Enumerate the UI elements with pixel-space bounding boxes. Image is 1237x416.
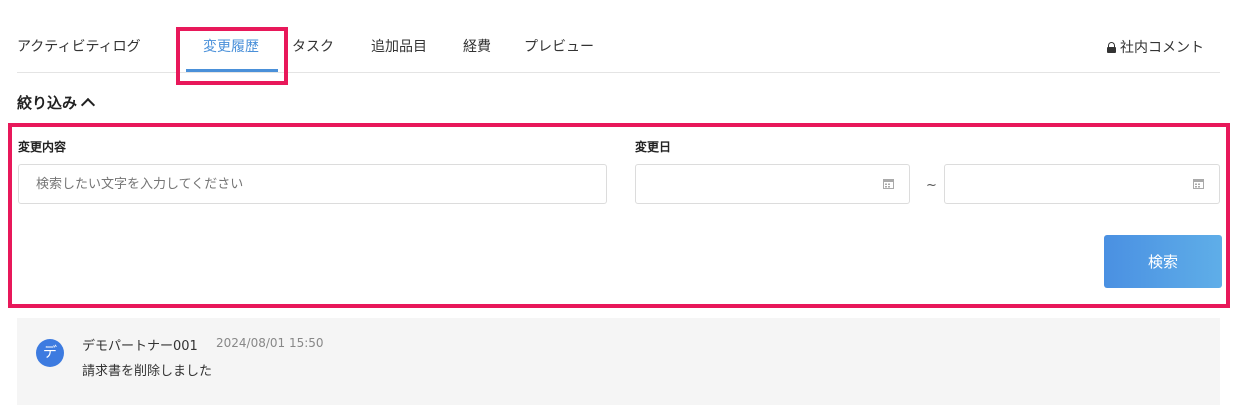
date-from-input[interactable] [635, 164, 910, 204]
chevron-up-icon [80, 97, 96, 113]
filter-toggle[interactable]: 絞り込み [17, 92, 96, 113]
filter-toggle-label: 絞り込み [17, 94, 78, 112]
date-to-input[interactable] [944, 164, 1220, 204]
calendar-icon [883, 179, 894, 189]
tab-preview[interactable]: プレビュー [524, 36, 594, 56]
calendar-icon [1193, 179, 1204, 189]
tab-activity-log[interactable]: アクティビティログ [17, 36, 141, 56]
tab-expenses[interactable]: 経費 [463, 36, 491, 56]
tab-additional-items[interactable]: 追加品目 [371, 36, 427, 56]
history-timestamp: 2024/08/01 15:50 [216, 336, 324, 350]
history-item: デ デモパートナー001 2024/08/01 15:50 請求書を削除しました [17, 318, 1220, 405]
tab-tasks[interactable]: タスク [292, 36, 334, 56]
change-content-input[interactable] [18, 164, 607, 204]
date-range-separator: ~ [926, 178, 937, 193]
search-button[interactable]: 検索 [1104, 235, 1222, 288]
change-date-label: 変更日 [635, 140, 672, 154]
change-content-label: 変更内容 [18, 140, 67, 154]
avatar: デ [36, 339, 64, 367]
internal-comment-link[interactable]: 社内コメント [1107, 37, 1204, 57]
tab-highlight-box [176, 27, 288, 85]
history-message: 請求書を削除しました [82, 364, 213, 379]
internal-comment-label: 社内コメント [1120, 40, 1204, 56]
filter-panel: 変更内容 変更日 ~ 検索 [8, 123, 1230, 308]
history-author: デモパートナー001 [82, 339, 198, 354]
lock-icon [1107, 42, 1116, 53]
